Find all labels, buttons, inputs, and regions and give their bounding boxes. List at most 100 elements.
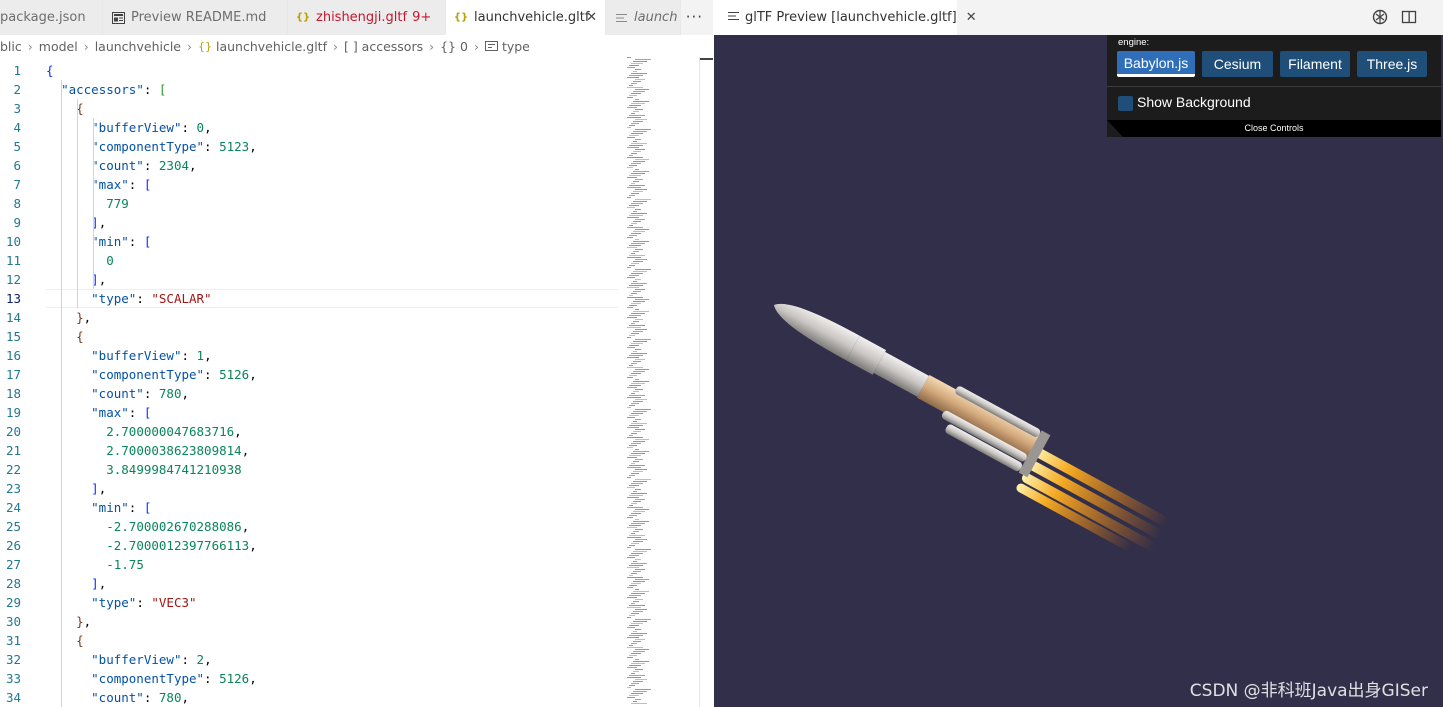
code-line[interactable]: "componentType": 5126, — [46, 669, 257, 688]
line-number-gutter[interactable]: 1 2 3 4 5 6 7 8 9 10 11 12 13 14 15 16 17 18 19 20 21 22 23 24 2… — [0, 57, 38, 707]
code-line[interactable]: { — [46, 631, 84, 650]
tab-zhishengji-gltf[interactable]: {} zhishengji.gltf 9+ — [288, 0, 446, 35]
code-line[interactable]: 3.8499984741210938 — [46, 460, 241, 479]
minimap-line — [631, 473, 639, 474]
breadcrumb-item[interactable]: model — [39, 39, 78, 54]
code-line[interactable]: }, — [46, 612, 91, 631]
show-background-checkbox[interactable] — [1118, 96, 1133, 111]
split-editor-icon[interactable] — [1400, 8, 1417, 25]
line-number: 23 — [5, 481, 21, 496]
minimap-line — [635, 189, 647, 190]
minimap-line — [629, 645, 633, 646]
breadcrumb-item[interactable]: type — [502, 39, 530, 54]
code-line[interactable]: 2.7000038623809814, — [46, 441, 249, 460]
minimap-line — [633, 701, 637, 702]
code-line[interactable]: -2.700002670288086, — [46, 517, 249, 536]
code-line[interactable]: { — [46, 61, 54, 80]
minimap-line — [629, 465, 645, 466]
minimap-line — [631, 363, 637, 364]
code-line[interactable]: "accessors": [ — [46, 80, 166, 99]
scrollbar-thumb[interactable] — [700, 58, 713, 60]
minimap-line — [629, 475, 635, 476]
problem-count-badge: 9+ — [412, 10, 432, 25]
code-line[interactable]: ], — [46, 574, 106, 593]
line-number: 34 — [5, 690, 21, 705]
code-line[interactable]: 0 — [46, 251, 114, 270]
minimap-line — [629, 245, 641, 246]
code-line[interactable]: -2.7000012397766113, — [46, 536, 257, 555]
minimap-line — [631, 343, 643, 344]
tab-package-json[interactable]: package.json — [0, 0, 103, 35]
breadcrumb-item[interactable]: blic — [0, 39, 22, 54]
minimap-line — [635, 589, 639, 590]
tab-launchvehicle-gltf[interactable]: {} launchvehicle.gltf ✕ — [446, 0, 606, 35]
code-line[interactable]: "componentType": 5126, — [46, 365, 257, 384]
code-line[interactable]: { — [46, 327, 84, 346]
minimap-line — [627, 417, 635, 418]
engine-filament-button[interactable]: Filament — [1280, 51, 1350, 77]
minimap-line — [627, 597, 637, 598]
more-actions-icon[interactable]: ··· — [686, 8, 703, 26]
code-line[interactable]: "bufferView": 2, — [46, 650, 211, 669]
tab-label: zhishengji.gltf — [316, 10, 408, 25]
breadcrumb-item[interactable]: launchvehicle — [95, 39, 181, 54]
line-number: 12 — [5, 272, 21, 287]
engine-babylon-button[interactable]: Babylon.js — [1117, 51, 1195, 77]
minimap[interactable] — [621, 57, 699, 707]
breadcrumb-item[interactable]: [ ] accessors — [344, 39, 423, 54]
engine-cesium-button[interactable]: Cesium — [1202, 51, 1273, 77]
code-line[interactable]: 779 — [46, 194, 129, 213]
minimap-line — [633, 181, 639, 182]
minimap-line — [629, 605, 645, 606]
code-line[interactable]: "count": 780, — [46, 688, 189, 707]
code-line[interactable]: "count": 780, — [46, 384, 189, 403]
minimap-line — [631, 643, 637, 644]
minimap-line — [629, 565, 643, 566]
chevron-right-icon: › — [187, 38, 192, 54]
code-line[interactable]: "bufferView": 1, — [46, 346, 211, 365]
engine-threejs-button[interactable]: Three.js — [1357, 51, 1427, 77]
minimap-line — [629, 535, 645, 536]
close-icon[interactable]: ✕ — [966, 10, 977, 25]
minimap-line — [629, 365, 633, 366]
code-editor[interactable]: { "accessors": [ { "bufferView": 0, "com… — [46, 57, 621, 707]
line-number: 18 — [5, 386, 21, 401]
code-line[interactable]: "bufferView": 0, — [46, 118, 211, 137]
tab-launch-preview[interactable]: launch — [606, 0, 681, 35]
code-line[interactable]: }, — [46, 308, 91, 327]
code-line[interactable]: "type": "VEC3" — [46, 593, 196, 612]
minimap-line — [633, 151, 641, 152]
minimap-line — [635, 109, 643, 110]
code-line[interactable]: "count": 2304, — [46, 156, 196, 175]
minimap-line — [633, 571, 641, 572]
minimap-line — [635, 419, 641, 420]
code-line[interactable]: 2.700000047683716, — [46, 422, 241, 441]
code-line[interactable]: ], — [46, 479, 106, 498]
close-icon[interactable]: ✕ — [586, 10, 597, 25]
line-number: 6 — [13, 158, 21, 173]
breadcrumb-item[interactable]: launchvehicle.gltf — [216, 39, 327, 54]
vertical-scrollbar[interactable] — [699, 57, 714, 707]
minimap-line — [635, 169, 639, 170]
show-background-label[interactable]: Show Background — [1137, 94, 1251, 110]
minimap-line — [627, 487, 635, 488]
tab-gltf-preview[interactable]: glTF Preview [launchvehicle.gltf] ✕ — [714, 0, 977, 35]
minimap-line — [633, 531, 639, 532]
breadcrumb-item[interactable]: {} 0 — [440, 39, 468, 54]
minimap-line — [627, 327, 641, 328]
minimap-line — [629, 155, 633, 156]
code-line[interactable]: "type": "SCALAR" — [46, 289, 618, 308]
gltf-3d-viewport[interactable]: engine: Babylon.js Cesium Filament Three… — [714, 35, 1443, 707]
minimap-line — [631, 153, 637, 154]
minimap-line — [629, 525, 641, 526]
gltf-icon[interactable] — [1371, 8, 1388, 25]
minimap-line — [627, 67, 635, 68]
minimap-line — [629, 375, 637, 376]
close-controls-button[interactable]: Close Controls — [1107, 120, 1441, 137]
minimap-line — [633, 551, 647, 552]
minimap-line — [633, 681, 643, 682]
minimap-line — [631, 113, 635, 114]
minimap-line — [633, 691, 647, 692]
tab-preview-readme[interactable]: Preview README.md — [103, 0, 288, 35]
minimap-line — [631, 213, 647, 214]
